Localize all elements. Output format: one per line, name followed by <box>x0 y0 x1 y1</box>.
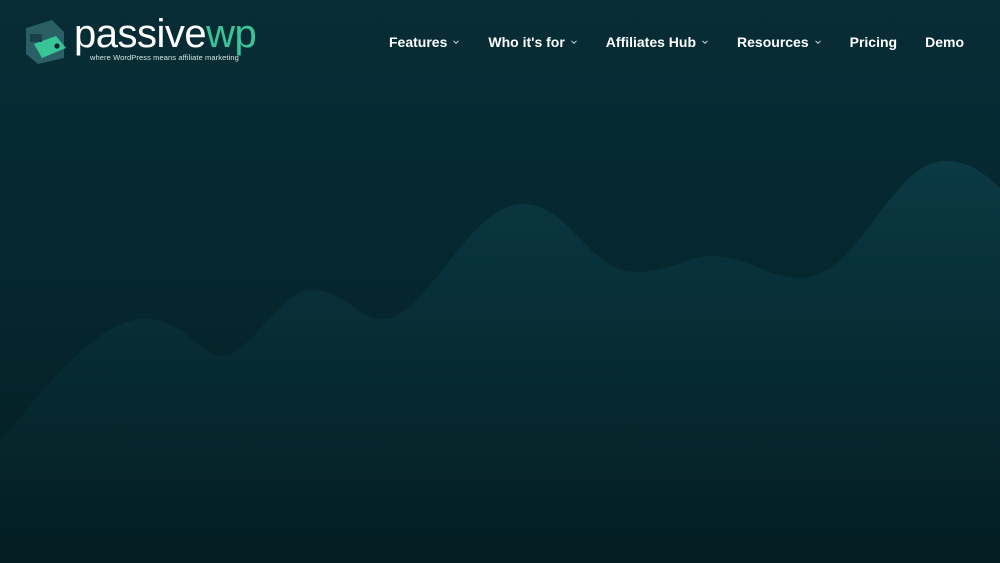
brand-name-part1: passive <box>74 12 207 56</box>
nav-item-pricing[interactable]: Pricing <box>850 34 897 50</box>
main-nav: Features Who it's for Affiliates Hub Res… <box>389 34 964 50</box>
nav-item-label: Features <box>389 34 448 50</box>
nav-item-label: Resources <box>737 34 809 50</box>
nav-item-features[interactable]: Features <box>389 34 460 50</box>
chevron-down-icon <box>702 40 708 45</box>
nav-item-label: Affiliates Hub <box>605 34 697 50</box>
logo-tag-icon <box>26 20 66 64</box>
chevron-down-icon <box>570 40 577 45</box>
nav-item-label: Demo <box>925 34 964 50</box>
brand-tagline: where WordPress means affiliate marketin… <box>90 53 239 62</box>
nav-item-label: Pricing <box>849 34 898 50</box>
site-header: passivewp where WordPress means affiliat… <box>0 0 1000 92</box>
nav-item-affiliates-hub[interactable]: Affiliates Hub <box>606 34 709 50</box>
nav-item-demo[interactable]: Demo <box>925 34 964 50</box>
chevron-down-icon <box>814 40 821 45</box>
nav-item-who-its-for[interactable]: Who it's for <box>488 34 577 50</box>
chevron-down-icon <box>453 40 460 45</box>
nav-item-resources[interactable]: Resources <box>737 34 822 50</box>
brand-name-part2: wp <box>206 12 257 56</box>
nav-item-label: Who it's for <box>488 34 565 50</box>
brand-wordmark: passivewp <box>74 10 257 58</box>
brand-logo[interactable]: passivewp where WordPress means affiliat… <box>22 12 272 68</box>
